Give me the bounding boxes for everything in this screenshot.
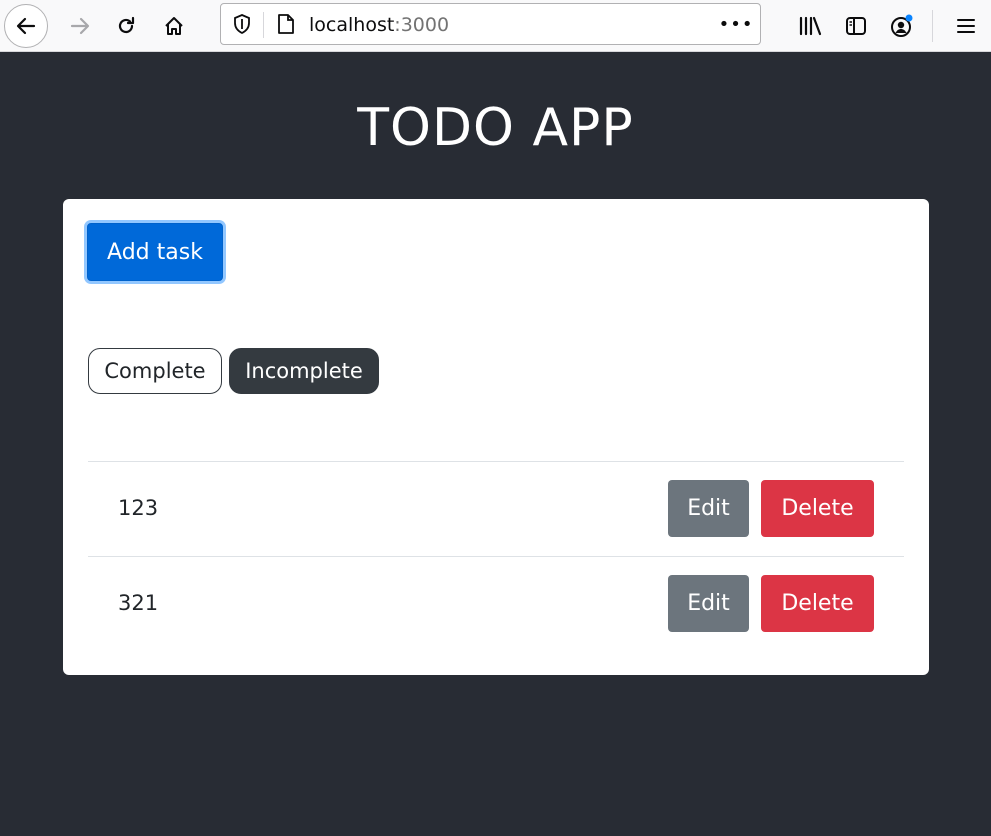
account-button[interactable] bbox=[882, 6, 922, 46]
delete-button[interactable]: Delete bbox=[761, 575, 874, 632]
todo-card: Add task Complete Incomplete 123 Edit De… bbox=[63, 199, 929, 675]
forward-button[interactable] bbox=[60, 6, 100, 46]
page-icon[interactable] bbox=[275, 13, 297, 35]
browser-toolbar: localhost:3000 ••• bbox=[0, 0, 991, 52]
sidebar-icon bbox=[846, 17, 866, 35]
task-row: 123 Edit Delete bbox=[88, 461, 904, 556]
reload-button[interactable] bbox=[106, 6, 146, 46]
add-task-button[interactable]: Add task bbox=[87, 223, 223, 281]
page-title: TODO APP bbox=[357, 98, 634, 158]
home-icon bbox=[165, 17, 183, 35]
filter-incomplete-button[interactable]: Incomplete bbox=[229, 348, 379, 394]
filter-complete-button[interactable]: Complete bbox=[88, 348, 222, 394]
library-button[interactable] bbox=[790, 6, 830, 46]
url-separator bbox=[263, 12, 264, 38]
library-icon bbox=[799, 16, 822, 36]
hamburger-menu-icon bbox=[957, 19, 975, 33]
toolbar-divider bbox=[932, 10, 933, 42]
arrow-left-icon bbox=[16, 17, 36, 35]
delete-button[interactable]: Delete bbox=[761, 480, 874, 537]
url-port: :3000 bbox=[394, 14, 450, 36]
sidebar-button[interactable] bbox=[836, 6, 876, 46]
back-button[interactable] bbox=[4, 4, 48, 48]
page-actions-button[interactable]: ••• bbox=[719, 12, 753, 36]
url-text[interactable]: localhost:3000 bbox=[309, 13, 449, 37]
task-list: 123 Edit Delete 321 Edit Delete bbox=[88, 461, 904, 651]
account-icon bbox=[891, 14, 913, 37]
url-host: localhost bbox=[309, 14, 395, 36]
edit-button[interactable]: Edit bbox=[668, 480, 749, 537]
menu-button[interactable] bbox=[946, 6, 986, 46]
task-text: 123 bbox=[118, 496, 159, 520]
address-bar[interactable]: localhost:3000 ••• bbox=[220, 3, 761, 45]
task-row: 321 Edit Delete bbox=[88, 556, 904, 651]
reload-icon bbox=[118, 16, 135, 34]
home-button[interactable] bbox=[154, 6, 194, 46]
shield-icon[interactable] bbox=[231, 13, 253, 35]
task-text: 321 bbox=[118, 591, 159, 615]
arrow-right-icon bbox=[70, 17, 90, 35]
edit-button[interactable]: Edit bbox=[668, 575, 749, 632]
